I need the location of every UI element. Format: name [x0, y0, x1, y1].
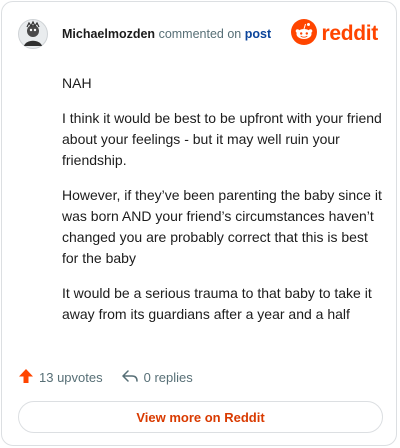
reply-button[interactable]: 0 replies	[121, 368, 193, 387]
comment-body: NAH I think it would be best to be upfro…	[62, 73, 384, 339]
reddit-logo[interactable]: reddit	[291, 18, 378, 50]
comment-actions: 13 upvotes 0 replies	[18, 366, 193, 388]
comment-paragraph: NAH	[62, 75, 92, 91]
username-link[interactable]: Michaelmozden	[62, 27, 155, 41]
comment-meta: Michaelmozden commented on post	[62, 27, 271, 41]
reddit-wordmark: reddit	[321, 22, 378, 45]
comment-header: Michaelmozden commented on post reddit	[18, 17, 380, 53]
comment-embed-card: Michaelmozden commented on post reddit N…	[1, 1, 397, 446]
upvote-arrow-icon	[18, 368, 34, 387]
comment-paragraph: It would be a serious trauma to that bab…	[62, 285, 372, 322]
reddit-snoo-icon	[291, 18, 318, 50]
avatar-icon[interactable]	[18, 19, 48, 49]
comment-paragraph: I think it would be best to be upfront w…	[62, 110, 382, 168]
upvote-count: 13 upvotes	[39, 369, 103, 385]
action-text: commented on	[158, 27, 242, 41]
reply-arrow-icon	[121, 368, 139, 387]
post-link[interactable]: post	[245, 27, 271, 41]
reply-count: 0 replies	[143, 369, 193, 385]
comment-paragraph: However, if they’ve been parenting the b…	[62, 187, 382, 266]
view-more-button[interactable]: View more on Reddit	[18, 401, 383, 433]
upvote-button[interactable]: 13 upvotes	[18, 368, 103, 387]
